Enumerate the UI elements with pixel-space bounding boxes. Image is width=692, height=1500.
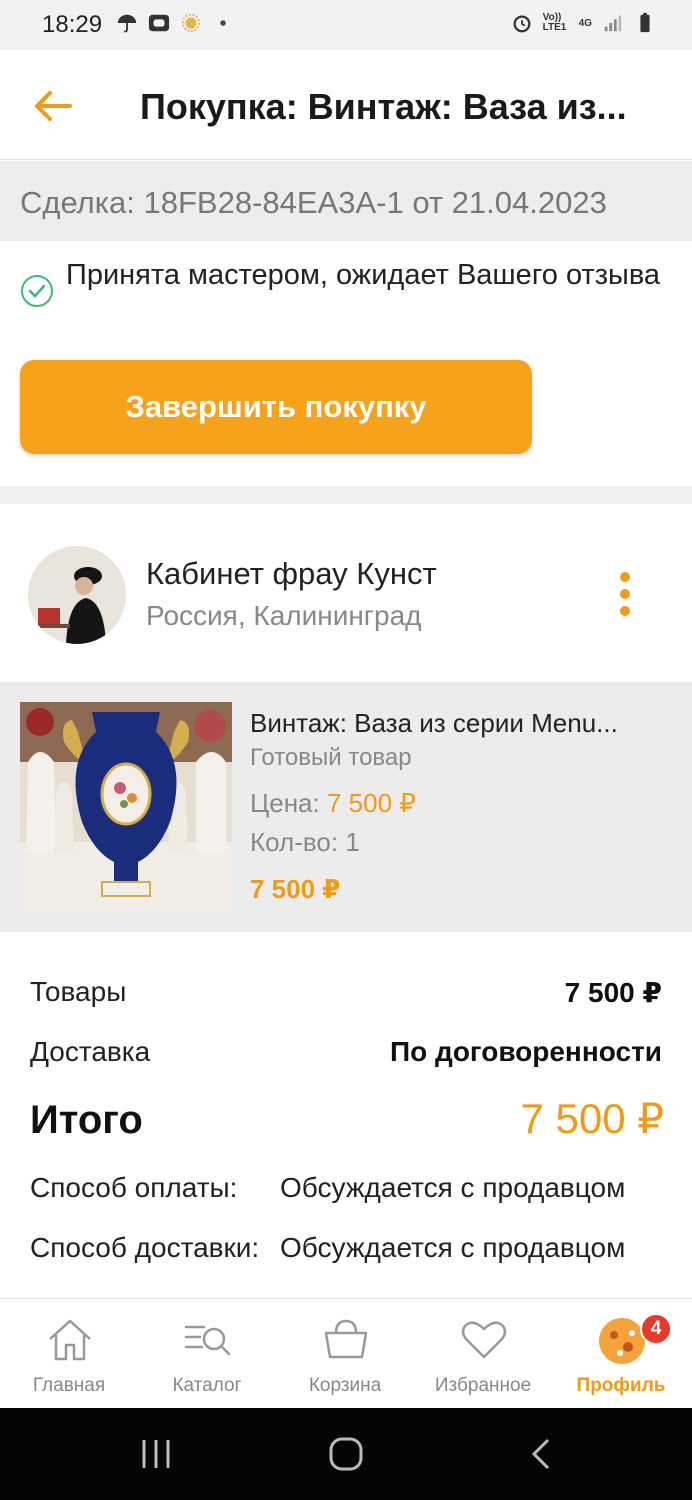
order-status: Принята мастером, ожидает Вашего отзыва bbox=[0, 242, 692, 342]
profile-avatar-icon bbox=[599, 1318, 645, 1364]
price-value: 7 500 ₽ bbox=[326, 788, 416, 818]
basket-icon bbox=[324, 1319, 368, 1359]
delivery-label: Доставка bbox=[30, 1036, 151, 1067]
seller-name[interactable]: Кабинет фрау Кунст bbox=[146, 556, 437, 592]
product-price-row: Цена: 7 500 ₽ bbox=[250, 788, 416, 819]
deal-number: Сделка: 18FB28-84EA3A-1 от 21.04.2023 bbox=[20, 185, 607, 220]
dot-icon bbox=[220, 20, 226, 26]
more-options-icon[interactable] bbox=[612, 570, 638, 618]
recent-apps-icon[interactable] bbox=[136, 1434, 176, 1474]
tab-profile[interactable]: 4 Профиль bbox=[552, 1299, 690, 1409]
tab-catalog-label: Каталог bbox=[172, 1375, 242, 1396]
quantity-label: Кол-во: bbox=[250, 827, 339, 857]
tab-profile-label: Профиль bbox=[576, 1375, 666, 1396]
battery-icon bbox=[640, 12, 650, 33]
bottom-tab-bar: Главная Каталог Корзина Избранное 4 Проф… bbox=[0, 1298, 692, 1408]
goods-value: 7 500 ₽ bbox=[564, 977, 662, 1008]
total-value: 7 500 ₽ bbox=[520, 1095, 665, 1142]
alarm-icon bbox=[513, 15, 531, 33]
goods-label: Товары bbox=[30, 976, 127, 1007]
status-message: Принята мастером, ожидает Вашего отзыва bbox=[66, 259, 661, 291]
seller-avatar-image bbox=[28, 546, 126, 644]
product-total: 7 500 ₽ bbox=[250, 874, 341, 904]
delivery-value: По договоренности bbox=[390, 1036, 662, 1067]
app-notification-icon bbox=[148, 14, 170, 32]
delivery-method-label: Способ доставки: bbox=[30, 1232, 260, 1263]
tab-cart[interactable]: Корзина bbox=[276, 1299, 414, 1409]
tab-home[interactable]: Главная bbox=[0, 1299, 138, 1409]
product-title[interactable]: Винтаж: Ваза из серии Menu... bbox=[250, 708, 670, 739]
tab-catalog[interactable]: Каталог bbox=[138, 1299, 276, 1409]
page-title: Покупка: Винтаж: Ваза из... bbox=[140, 86, 627, 127]
seller-avatar[interactable] bbox=[28, 546, 126, 644]
seller-card[interactable]: Кабинет фрау Кунст Россия, Калининград bbox=[0, 504, 692, 682]
payment-method-value: Обсуждается с продавцом bbox=[280, 1172, 626, 1203]
section-divider bbox=[0, 486, 692, 504]
heart-icon bbox=[461, 1321, 507, 1359]
signal-type-label: 4G bbox=[578, 17, 592, 29]
deal-info-bar: Сделка: 18FB28-84EA3A-1 от 21.04.2023 bbox=[0, 161, 692, 241]
product-image[interactable] bbox=[20, 702, 232, 912]
total-label: Итого bbox=[30, 1098, 143, 1142]
product-card[interactable]: Винтаж: Ваза из серии Menu... Готовый то… bbox=[0, 682, 692, 932]
product-type: Готовый товар bbox=[250, 744, 412, 771]
sun-notification-icon bbox=[181, 13, 201, 33]
payment-method-label: Способ оплаты: bbox=[30, 1172, 238, 1203]
tab-favorites-label: Избранное bbox=[434, 1375, 532, 1396]
home-button-icon[interactable] bbox=[326, 1434, 366, 1474]
network-label: Vo)) LTE1 bbox=[542, 12, 567, 33]
seller-location: Россия, Калининград bbox=[146, 600, 422, 631]
back-button-icon[interactable] bbox=[522, 1434, 562, 1474]
quantity-value: 1 bbox=[345, 827, 360, 857]
notification-badge: 4 bbox=[640, 1313, 672, 1345]
status-bar: 18:29 Vo)) LTE1 4G bbox=[0, 0, 692, 50]
complete-purchase-button[interactable]: Завершить покупку bbox=[20, 360, 532, 454]
tab-cart-label: Корзина bbox=[308, 1375, 382, 1396]
delivery-method-value: Обсуждается с продавцом bbox=[280, 1232, 626, 1263]
tab-home-label: Главная bbox=[32, 1375, 106, 1396]
catalog-search-icon bbox=[184, 1325, 231, 1356]
check-circle-icon bbox=[21, 275, 53, 307]
system-navigation-bar bbox=[0, 1408, 692, 1500]
home-icon bbox=[49, 1319, 91, 1361]
umbrella-icon bbox=[117, 14, 137, 33]
app-header: Покупка: Винтаж: Ваза из... bbox=[0, 50, 692, 160]
product-quantity-row: Кол-во: 1 bbox=[250, 827, 360, 858]
status-time: 18:29 bbox=[42, 11, 103, 38]
signal-icon bbox=[604, 15, 622, 32]
price-label: Цена: bbox=[250, 788, 320, 818]
tab-favorites[interactable]: Избранное bbox=[414, 1299, 552, 1409]
back-arrow-icon[interactable] bbox=[30, 86, 76, 126]
